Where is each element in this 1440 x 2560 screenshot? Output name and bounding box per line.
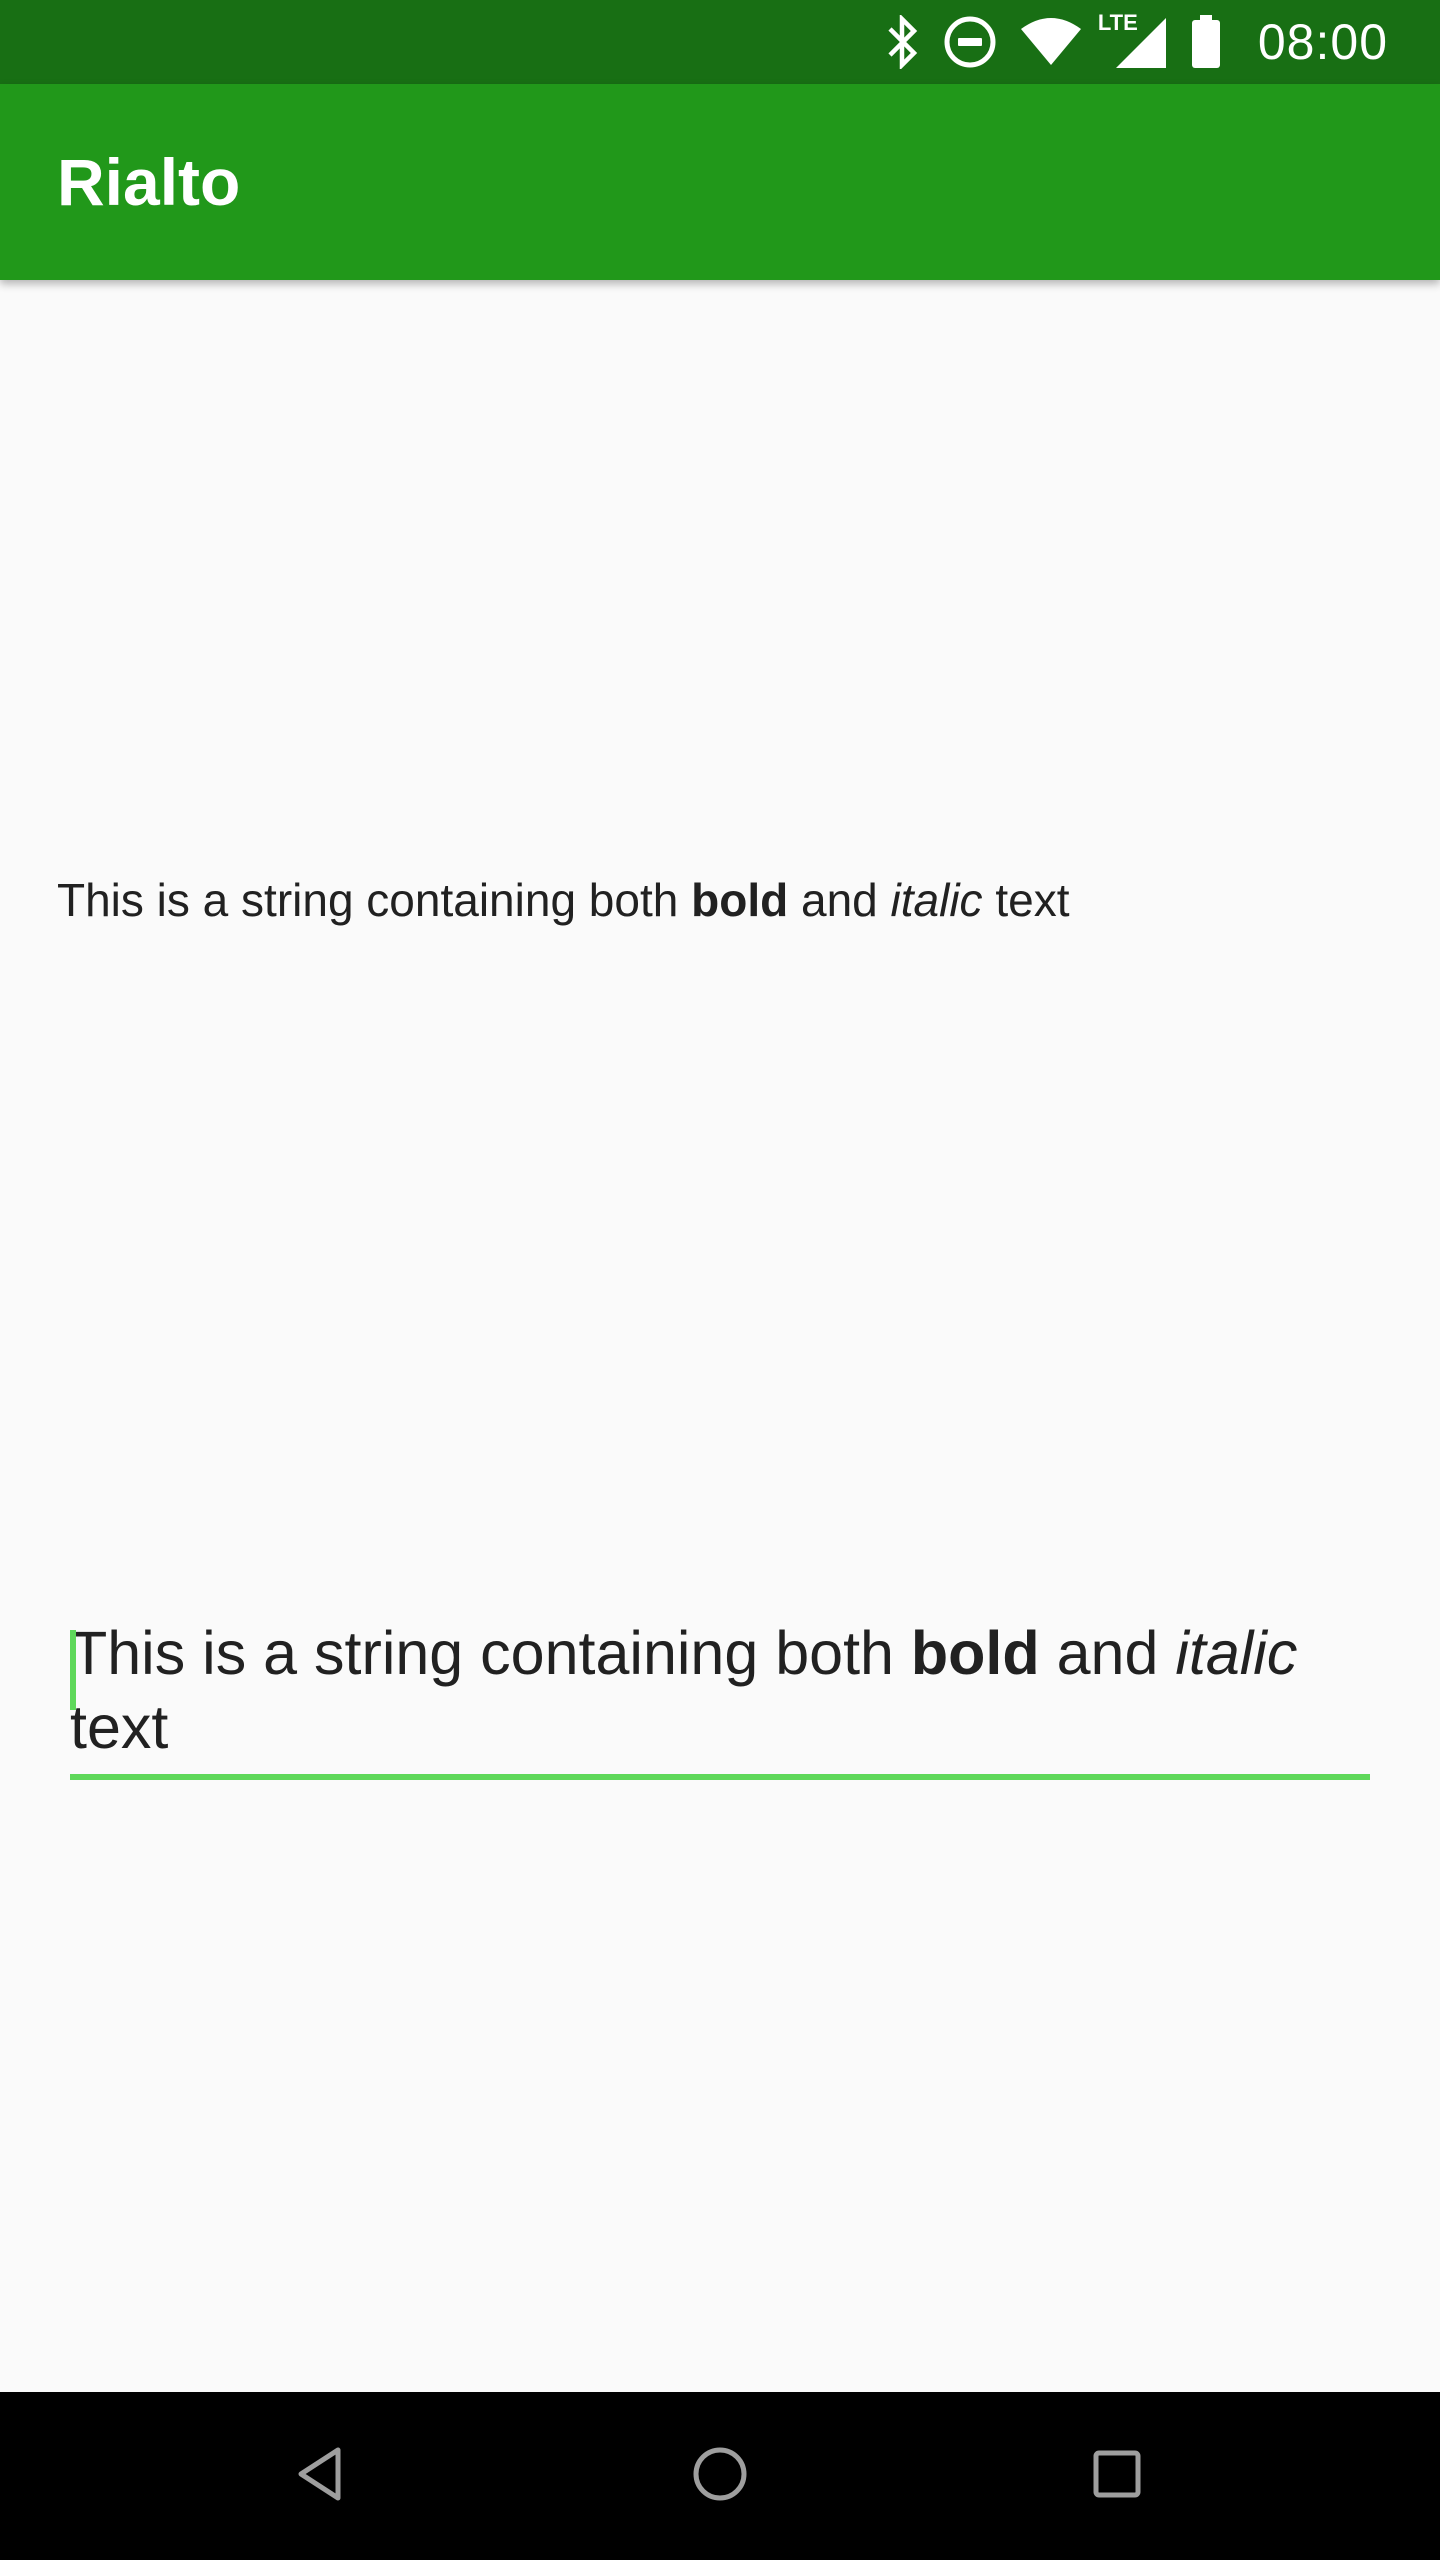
edit-text-part2: and [1039,1619,1176,1687]
edit-text-italic: italic [1175,1619,1298,1687]
navigation-bar [0,2392,1440,2560]
edit-text-field[interactable]: This is a string containing both bold an… [70,1616,1370,1784]
lte-label: LTE [1097,10,1138,35]
home-button[interactable] [640,2392,800,2560]
edit-text-content[interactable]: This is a string containing both bold an… [70,1616,1370,1764]
edit-text-part1: This is a string containing both [70,1619,911,1687]
status-bar: LTE 08:00 [0,0,1440,84]
lte-signal-icon: LTE [1098,10,1168,70]
edit-text-underline [70,1774,1370,1780]
edit-text-bold: bold [910,1619,1040,1687]
app-title: Rialto [57,145,241,219]
do-not-disturb-icon [942,14,998,70]
back-icon [296,2446,344,2507]
main-content: This is a string containing both bold an… [0,280,1440,2392]
battery-icon [1190,15,1222,69]
status-time: 08:00 [1257,14,1388,70]
edit-text-part3: text [70,1693,169,1761]
recents-icon [1092,2449,1142,2504]
bluetooth-icon [886,15,920,69]
back-button[interactable] [240,2392,400,2560]
app-bar: Rialto [0,84,1440,280]
styled-text-bold: bold [691,874,789,926]
wifi-icon [1020,17,1082,67]
styled-text-part3: text [982,874,1070,926]
styled-text-italic: italic [890,874,983,926]
home-icon [692,2446,748,2507]
text-cursor [70,1630,76,1710]
styled-text-part2: and [788,874,891,926]
styled-text-part1: This is a string containing both [57,874,692,926]
recents-button[interactable] [1037,2392,1197,2560]
status-icons: LTE 08:00 [886,0,1388,84]
styled-text-view: This is a string containing both bold an… [57,870,1397,930]
